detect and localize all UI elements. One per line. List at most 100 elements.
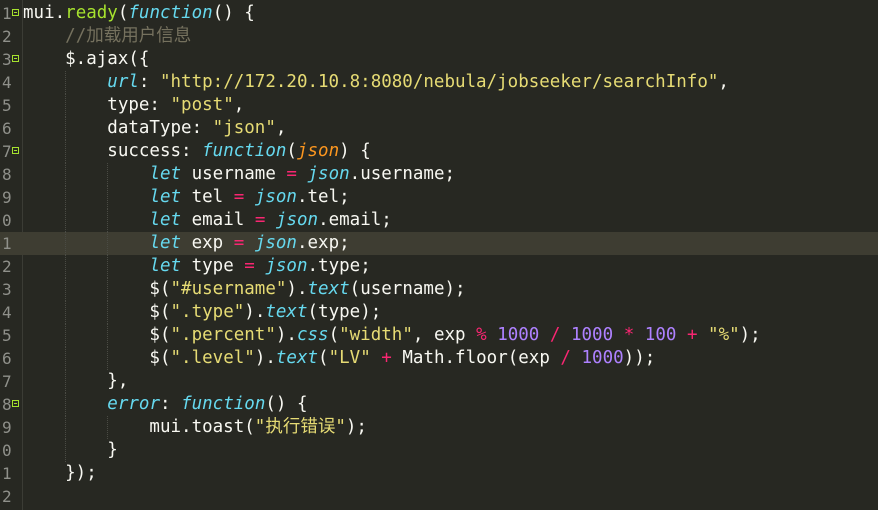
code-token: json xyxy=(265,256,308,276)
code-text: mui.ready(function() { xyxy=(23,2,255,25)
code-token: ); xyxy=(739,325,761,345)
code-line[interactable]: 2 let type = json.type; xyxy=(0,255,878,278)
code-token: 1000 xyxy=(570,325,614,345)
code-token: ). xyxy=(244,302,266,322)
code-text: $(".type").text(type); xyxy=(23,301,381,324)
line-number: 4 xyxy=(2,303,12,322)
code-token: .exp; xyxy=(296,233,350,253)
line-number: 6 xyxy=(2,349,12,368)
code-line[interactable]: 7 }, xyxy=(0,370,878,393)
fold-toggle-icon[interactable] xyxy=(12,400,19,407)
code-token: + xyxy=(381,348,392,368)
code-line[interactable]: 0 } xyxy=(0,439,878,462)
code-text: $.ajax({ xyxy=(23,48,149,71)
code-text: let type = json.type; xyxy=(23,255,371,278)
line-number: 0 xyxy=(2,211,12,230)
code-token: error xyxy=(107,394,160,414)
code-token: = xyxy=(233,233,245,253)
code-line[interactable]: 8 error: function() { xyxy=(0,393,878,416)
code-token: : xyxy=(159,394,182,414)
fold-toggle-icon[interactable] xyxy=(12,9,19,16)
code-text: $(".percent").css("width", exp % 1000 / … xyxy=(23,324,761,347)
code-token: + xyxy=(686,325,698,345)
code-line[interactable]: 6 dataType: "json", xyxy=(0,117,878,140)
line-number: 2 xyxy=(2,27,12,46)
code-line[interactable]: 9 let tel = json.tel; xyxy=(0,186,878,209)
code-token: email xyxy=(181,210,255,230)
code-token: .username; xyxy=(349,164,456,184)
code-line[interactable]: 7 success: function(json) { xyxy=(0,140,878,163)
code-token: ( xyxy=(117,3,129,23)
code-line[interactable]: 2 //加载用户信息 xyxy=(0,25,878,48)
code-text: type: "post", xyxy=(23,94,244,117)
code-token: } xyxy=(23,440,118,460)
code-token: success: xyxy=(23,141,203,161)
code-token: mui.toast( xyxy=(23,417,255,437)
code-token: = xyxy=(254,210,266,230)
code-token: , exp xyxy=(412,325,477,345)
code-token: / xyxy=(560,348,571,368)
code-token: json xyxy=(296,141,340,161)
code-token: username xyxy=(181,164,287,184)
code-token: json xyxy=(307,164,350,184)
code-editor[interactable]: 1 mui.ready(function() {2 //加载用户信息 3 $.aja… xyxy=(0,0,878,510)
code-token: ".level" xyxy=(170,348,255,368)
line-number: 1 xyxy=(2,234,12,253)
code-line[interactable]: 4 url: "http://172.20.10.8:8080/nebula/j… xyxy=(0,71,878,94)
code-token: : xyxy=(138,72,160,92)
fold-toggle-icon[interactable] xyxy=(12,147,19,154)
code-token: //加载用户信息 xyxy=(65,26,192,46)
code-text: error: function() { xyxy=(23,393,307,416)
code-token: = xyxy=(286,164,297,184)
code-line[interactable]: 8 let username = json.username; xyxy=(0,163,878,186)
code-token: , xyxy=(275,118,287,138)
code-token: 100 xyxy=(644,325,677,345)
code-line[interactable]: 4 $(".type").text(type); xyxy=(0,301,878,324)
code-token: $( xyxy=(23,348,171,368)
code-line[interactable]: 0 let email = json.email; xyxy=(0,209,878,232)
code-token: }, xyxy=(23,371,129,391)
code-line[interactable]: 9 mui.toast("执行错误"); xyxy=(0,416,878,439)
code-token: $( xyxy=(23,325,171,345)
code-token: json xyxy=(254,233,297,253)
code-line[interactable]: 3 $.ajax({ xyxy=(0,48,878,71)
code-line[interactable]: 6 $(".level").text("LV" + Math.floor(exp… xyxy=(0,347,878,370)
code-token: text xyxy=(307,279,350,299)
code-token: 1000 xyxy=(497,325,540,345)
code-line[interactable]: 1 mui.ready(function() { xyxy=(0,2,878,25)
code-line[interactable]: 5 $(".percent").css("width", exp % 1000 … xyxy=(0,324,878,347)
code-text: }, xyxy=(23,370,128,393)
code-token: url xyxy=(107,72,139,92)
line-number: 3 xyxy=(2,280,12,299)
code-token: type: xyxy=(23,95,171,115)
fold-toggle-icon[interactable] xyxy=(12,55,19,62)
code-line[interactable]: 2 xyxy=(0,485,878,508)
line-number: 4 xyxy=(2,73,12,92)
code-line[interactable]: 1 let exp = json.exp; xyxy=(0,232,878,255)
code-token: "执行错误" xyxy=(254,417,346,437)
code-token: ( xyxy=(318,348,329,368)
code-token: .type; xyxy=(307,256,371,276)
code-text: let email = json.email; xyxy=(23,209,391,232)
code-token: function xyxy=(202,141,287,161)
code-token: , xyxy=(718,72,729,92)
code-token: "width" xyxy=(339,325,413,345)
code-token: "LV" xyxy=(328,348,371,368)
code-token: function xyxy=(128,3,213,23)
code-token: }); xyxy=(23,463,97,483)
line-number: 5 xyxy=(2,326,12,345)
code-line[interactable]: 1 }); xyxy=(0,462,878,485)
code-token: = xyxy=(233,187,245,207)
code-line[interactable]: 5 type: "post", xyxy=(0,94,878,117)
line-number: 7 xyxy=(2,372,12,391)
code-line[interactable]: 3 $("#username").text(username); xyxy=(0,278,878,301)
